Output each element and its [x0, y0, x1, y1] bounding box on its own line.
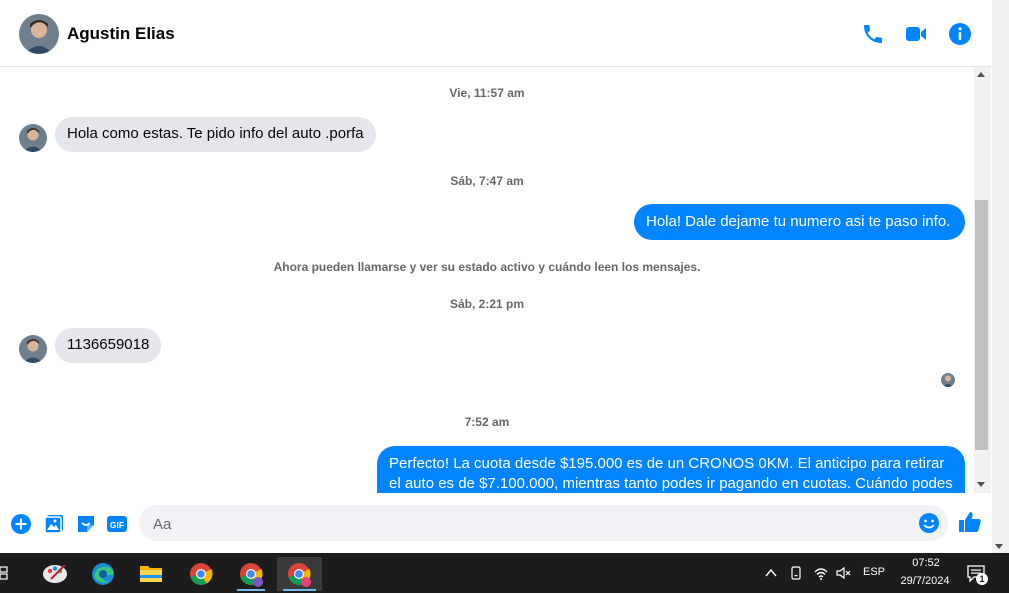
system-notice: Ahora pueden llamarse y ver su estado ac…: [273, 260, 701, 274]
taskbar-app-chrome-profile[interactable]: [231, 557, 271, 591]
notification-center-icon[interactable]: 1: [966, 563, 988, 585]
thumbs-up-icon[interactable]: [958, 510, 982, 534]
taskbar-app-chrome[interactable]: [181, 557, 221, 591]
clock-date[interactable]: 29/7/2024: [895, 575, 955, 587]
chevron-up-icon[interactable]: [764, 566, 778, 580]
wifi-icon[interactable]: [813, 565, 829, 581]
messages-scrollbar[interactable]: [974, 67, 991, 493]
scroll-up-arrow[interactable]: [977, 72, 985, 77]
device-icon[interactable]: [789, 565, 803, 581]
task-view-icon[interactable]: [0, 565, 10, 581]
contact-avatar-small[interactable]: [19, 124, 47, 152]
incoming-message[interactable]: Hola como estas. Te pido info del auto .…: [55, 117, 376, 152]
seen-indicator-avatar: [941, 373, 955, 387]
info-icon[interactable]: [948, 22, 972, 46]
clock-time[interactable]: 07:52: [908, 557, 944, 569]
running-indicator: [237, 589, 265, 591]
video-call-icon[interactable]: [904, 22, 928, 46]
taskbar-app-edge[interactable]: [83, 557, 123, 591]
image-icon[interactable]: [43, 513, 65, 535]
contact-avatar-small[interactable]: [19, 335, 47, 363]
scrollbar-thumb[interactable]: [975, 200, 988, 450]
phone-icon[interactable]: [861, 22, 885, 46]
outgoing-message[interactable]: Hola! Dale dejame tu numero asi te paso …: [634, 204, 965, 240]
page-scroll-down-arrow[interactable]: [995, 544, 1003, 549]
message-input[interactable]: [151, 505, 915, 543]
outgoing-message[interactable]: Perfecto! La cuota desde $195.000 es de …: [377, 446, 965, 493]
timestamp: Sáb, 7:47 am: [450, 174, 524, 188]
timestamp: Vie, 11:57 am: [449, 86, 525, 100]
windows-taskbar: ESP 07:52 29/7/2024 1: [0, 553, 1009, 593]
speaker-muted-icon[interactable]: [835, 565, 851, 581]
chat-header: Agustin Elias: [0, 0, 992, 67]
message-input-wrapper: [139, 505, 948, 543]
message-list[interactable]: Vie, 11:57 am Hola como estas. Te pido i…: [0, 67, 974, 493]
scroll-down-arrow[interactable]: [977, 482, 985, 487]
sticker-icon[interactable]: [75, 513, 97, 535]
timestamp: 7:52 am: [464, 415, 510, 429]
messenger-chat-window: Agustin Elias Vie, 11:57 am Hola como es…: [0, 0, 992, 553]
contact-avatar[interactable]: [19, 14, 59, 54]
active-indicator: [283, 589, 316, 591]
timestamp: Sáb, 2:21 pm: [449, 297, 525, 311]
taskbar-app-chrome-profile-active[interactable]: [277, 557, 322, 591]
page-scrollbar[interactable]: [992, 0, 1009, 553]
emoji-icon[interactable]: [918, 512, 940, 534]
language-indicator[interactable]: ESP: [863, 566, 885, 578]
contact-name[interactable]: Agustin Elias: [67, 24, 175, 44]
plus-icon[interactable]: [10, 513, 32, 535]
taskbar-app-paint[interactable]: [35, 557, 75, 591]
composer-bar: GIF: [0, 493, 992, 553]
incoming-message[interactable]: 1136659018: [55, 328, 162, 363]
notification-count-badge: 1: [976, 573, 988, 585]
gif-icon[interactable]: GIF: [106, 513, 128, 535]
taskbar-app-file-explorer[interactable]: [131, 557, 171, 591]
svg-text:GIF: GIF: [110, 520, 124, 530]
